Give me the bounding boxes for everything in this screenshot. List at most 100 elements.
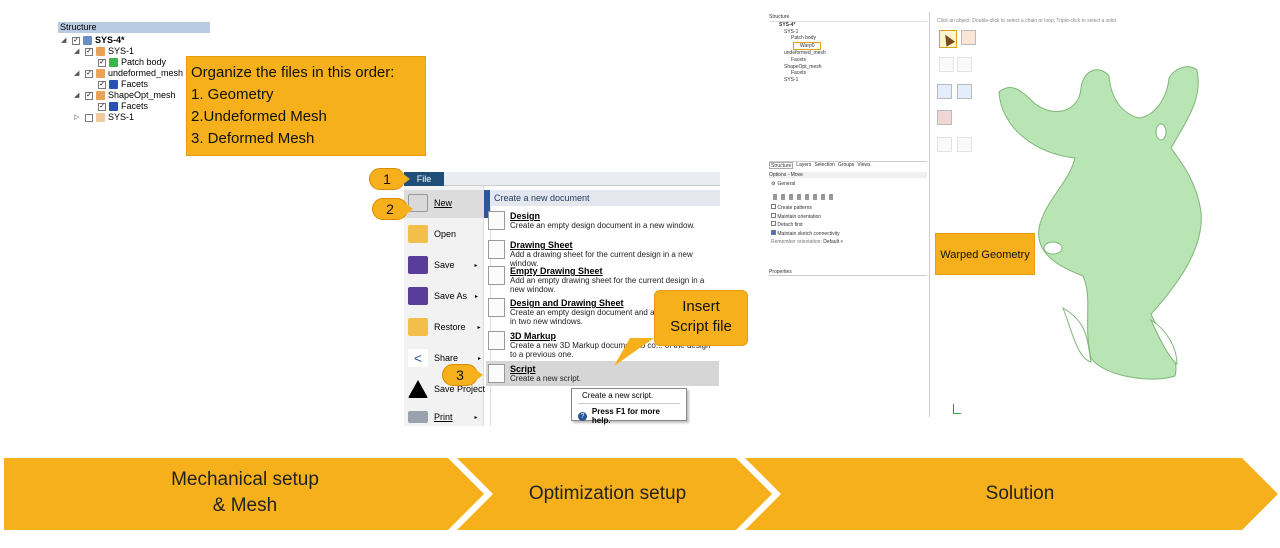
tree-item[interactable]: SYS-1: [784, 77, 826, 84]
right-app: Structure SYS-4* SYS-1 Patch body Warp0 …: [767, 12, 1232, 417]
component-icon: [96, 47, 105, 56]
callout-line: 1. Geometry: [191, 86, 274, 103]
checkbox[interactable]: ✓: [98, 102, 106, 111]
facets-icon: [109, 102, 118, 111]
checkbox[interactable]: ✓: [72, 36, 80, 45]
fill-tool-button[interactable]: [957, 57, 972, 72]
menu-item-new[interactable]: New: [408, 194, 452, 212]
remember-orientation[interactable]: Remember orientation: Default ▾: [771, 238, 843, 247]
pull-tool-button[interactable]: [939, 57, 954, 72]
tab-selection[interactable]: Selection: [814, 162, 835, 169]
right-structure-header: Structure: [769, 14, 927, 22]
component-icon: [96, 69, 105, 78]
panel-divider: [929, 12, 930, 417]
select-tool-button[interactable]: [939, 30, 957, 48]
save-as-icon: [408, 287, 428, 305]
tree-item-warp0[interactable]: Warp0: [793, 41, 821, 51]
tree-item-sys4[interactable]: ◢ ✓ SYS-4*: [61, 35, 125, 46]
tree-item[interactable]: Facets: [791, 57, 826, 64]
tree-item-sys1-hidden[interactable]: ▷ SYS-1: [74, 112, 134, 123]
warped-geometry: [998, 66, 1202, 380]
share-icon: <: [408, 349, 428, 367]
checkbox[interactable]: [85, 113, 93, 122]
axis-tool-button[interactable]: [957, 84, 972, 99]
ansys-logo-icon: [408, 380, 428, 398]
submenu-item-script[interactable]: Script Create a new script.: [488, 364, 718, 384]
tree-item-facets[interactable]: ✓ Facets: [98, 79, 148, 90]
checkbox-maintain-sketch-connectivity[interactable]: Maintain sketch connectivity: [771, 229, 843, 239]
viewport-hint: Click an object. Double-click to select …: [937, 18, 1118, 24]
menu-item-save-as[interactable]: Save As ▸: [408, 287, 478, 305]
menu-item-save[interactable]: Save ▸: [408, 256, 478, 274]
submenu-item-design[interactable]: Design Create an empty design document in…: [488, 211, 718, 237]
tree-item[interactable]: SYS-4*: [779, 22, 826, 29]
geometry-cutout: [1061, 306, 1092, 363]
design-icon: [488, 211, 505, 230]
tree-item[interactable]: Facets: [791, 70, 826, 77]
checkbox[interactable]: ✓: [85, 47, 93, 56]
geometry-body: [998, 66, 1202, 380]
checkbox-create-patterns[interactable]: Create patterns: [771, 204, 843, 213]
script-icon: [488, 364, 505, 383]
file-tab[interactable]: File: [404, 172, 444, 186]
checkbox-maintain-orientation[interactable]: Maintain orientation: [771, 212, 843, 222]
geometry-hole: [1155, 123, 1167, 141]
empty-drawing-sheet-icon: [488, 266, 505, 285]
tree-item[interactable]: undeformed_mesh: [784, 50, 826, 57]
disabled-tool-button[interactable]: [937, 137, 952, 152]
design-icon: [83, 36, 92, 45]
option-icons-row: [773, 194, 833, 200]
save-disk-icon: [408, 256, 428, 274]
submenu-arrow-icon: ▸: [474, 262, 478, 269]
disabled-tool-button[interactable]: [957, 137, 972, 152]
step-optimization-label: Optimization setup: [528, 483, 687, 504]
component-icon: [96, 91, 105, 100]
tree-item[interactable]: SYS-1: [784, 29, 826, 36]
tab-groups[interactable]: Groups: [838, 162, 854, 169]
submenu-arrow-icon: ▸: [475, 293, 479, 300]
tree-item-sys1[interactable]: ◢ ✓ SYS-1: [74, 46, 134, 57]
option-checkboxes: Create patterns Maintain orientation Det…: [771, 204, 843, 247]
structure-header: Structure: [58, 22, 210, 33]
panel-tabs: Structure Layers Selection Groups Views: [769, 161, 927, 169]
solid-body-icon: [109, 58, 118, 67]
menu-item-open[interactable]: Open: [408, 225, 456, 243]
step-badge: 3: [442, 364, 478, 386]
line-tool-button[interactable]: [937, 84, 952, 99]
move-tool-button[interactable]: [961, 30, 976, 45]
callout-line: 2.Undeformed Mesh: [191, 108, 327, 125]
paint-tool-button[interactable]: [937, 110, 952, 125]
checkbox[interactable]: ✓: [98, 80, 106, 89]
restore-folder-icon: [408, 318, 428, 336]
cursor-icon: [940, 32, 956, 47]
facets-icon: [109, 80, 118, 89]
tree-item-shapeopt-mesh[interactable]: ◢ ✓ ShapeOpt_mesh: [74, 90, 176, 101]
submenu-arrow-icon: ▸: [477, 324, 481, 331]
warped-geometry-label: Warped Geometry: [935, 233, 1035, 275]
checkbox-detach-first[interactable]: Detach first: [771, 221, 843, 230]
tooltip-line: Create a new script.: [582, 391, 654, 400]
tab-structure[interactable]: Structure: [769, 162, 794, 169]
tab-views[interactable]: Views: [857, 162, 870, 169]
checkbox[interactable]: ✓: [98, 58, 106, 67]
submenu-item-drawing-sheet[interactable]: Drawing Sheet Add a drawing sheet for the…: [488, 240, 718, 268]
step-mechanical-label: Mechanical setup & Mesh: [171, 469, 319, 516]
help-icon: ?: [578, 411, 587, 421]
script-tooltip: Create a new script. ? Press F1 for more …: [571, 388, 687, 425]
tree-item[interactable]: ShapeOpt_mesh: [784, 64, 826, 71]
open-folder-icon: [408, 225, 428, 243]
menu-item-restore[interactable]: Restore ▸: [408, 318, 481, 336]
tree-item-undeformed-mesh[interactable]: ◢ ✓ undeformed_mesh: [74, 68, 183, 79]
options-header: Options - Move: [769, 172, 927, 178]
component-icon: [96, 113, 105, 122]
callout-line: 3. Deformed Mesh: [191, 130, 315, 147]
checkbox[interactable]: ✓: [85, 91, 93, 100]
tree-item-facets[interactable]: ✓ Facets: [98, 101, 148, 112]
checkbox[interactable]: ✓: [85, 69, 93, 78]
menu-item-print[interactable]: Print ▸: [408, 411, 478, 423]
tab-layers[interactable]: Layers: [796, 162, 811, 169]
tree-item-patch-body[interactable]: ✓ Patch body: [98, 57, 166, 68]
tree-item[interactable]: Patch body: [791, 35, 826, 42]
properties-header: Properties: [769, 269, 927, 276]
markup-icon: [488, 331, 505, 350]
